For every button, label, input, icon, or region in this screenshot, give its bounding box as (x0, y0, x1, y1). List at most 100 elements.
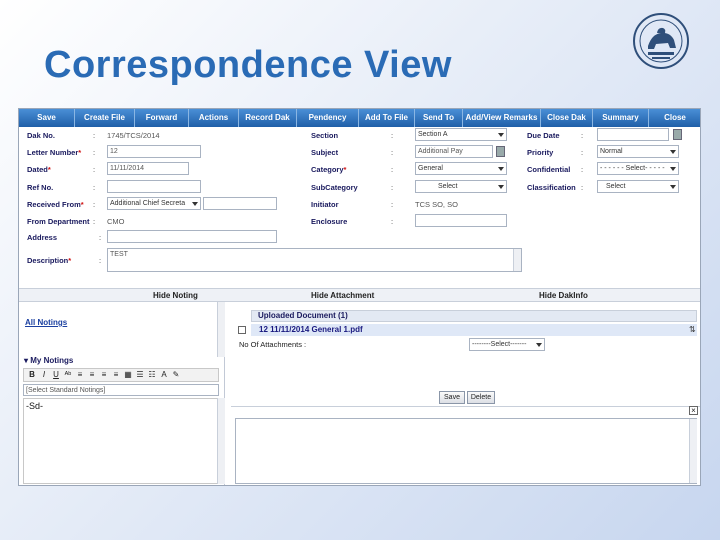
justify-icon[interactable]: ≡ (111, 370, 121, 380)
chevron-down-icon (192, 202, 198, 206)
from-department-value: CMO (107, 217, 125, 226)
align-center-icon[interactable]: ≡ (87, 370, 97, 380)
colon: : (93, 131, 96, 140)
enclosure-label: Enclosure (311, 217, 348, 226)
attachments-pane: Uploaded Document (1) 12 11/11/2014 Gene… (231, 302, 700, 485)
highlight-icon[interactable]: ✎ (171, 370, 181, 380)
divider (231, 406, 700, 407)
colon: : (581, 131, 584, 140)
action-toolbar: Save Create File Forward Actions Record … (19, 109, 700, 127)
category-select[interactable]: General (415, 162, 507, 175)
colon: : (93, 217, 96, 226)
classification-label: Classification (527, 183, 576, 192)
attachment-count-select[interactable]: --------Select------- (469, 338, 545, 351)
chevron-down-icon (536, 343, 542, 347)
attachment-icon[interactable]: ⇅ (689, 325, 696, 334)
toolbar-add-to-file-button[interactable]: Add To File (359, 109, 415, 127)
government-seal-icon (633, 13, 689, 69)
editor-scrollbar[interactable] (217, 398, 225, 484)
letter-number-input[interactable]: 12 (107, 145, 201, 158)
subject-input[interactable]: Additional Pay (415, 145, 493, 158)
align-right-icon[interactable]: ≡ (99, 370, 109, 380)
chevron-down-icon (670, 150, 676, 154)
dated-label: Dated* (27, 165, 51, 174)
colon: : (391, 148, 394, 157)
table-icon[interactable]: ▦ (123, 370, 133, 380)
colon: : (93, 200, 96, 209)
standard-notings-select[interactable]: [Select Standard Notings] (23, 384, 219, 396)
document-checkbox[interactable] (238, 326, 246, 334)
font-color-icon[interactable]: A (159, 370, 169, 380)
noting-editor[interactable]: -Sd- (23, 398, 219, 484)
colon: : (391, 217, 394, 226)
toolbar-close-dak-button[interactable]: Close Dak (541, 109, 593, 127)
colon: : (391, 200, 394, 209)
enclosure-input[interactable] (415, 214, 507, 227)
toolbar-close-button[interactable]: Close (649, 109, 700, 127)
priority-label: Priority (527, 148, 554, 157)
colon: : (391, 165, 394, 174)
address-input[interactable] (107, 230, 277, 243)
toolbar-add-view-remarks-button[interactable]: Add/View Remarks (463, 109, 541, 127)
toolbar-actions-button[interactable]: Actions (189, 109, 239, 127)
chevron-down-icon (498, 185, 504, 189)
colon: : (581, 148, 584, 157)
toolbar-send-to-button[interactable]: Send To (415, 109, 463, 127)
toolbar-forward-button[interactable]: Forward (135, 109, 189, 127)
rich-text-toolbar: B I U ᴬᵇ ≡ ≡ ≡ ≡ ▦ ☰ ☷ A ✎ (23, 368, 219, 382)
calendar-icon[interactable] (673, 129, 682, 140)
strikethrough-icon[interactable]: ᴬᵇ (63, 370, 73, 380)
underline-button[interactable]: U (51, 370, 61, 380)
received-from-select[interactable]: Additional Chief Secreta (107, 197, 201, 210)
numbered-list-icon[interactable]: ☷ (147, 370, 157, 380)
dated-input[interactable]: 11/11/2014 (107, 162, 189, 175)
due-date-input[interactable] (597, 128, 669, 141)
save-attachment-button[interactable]: Save (439, 391, 465, 404)
close-icon[interactable]: × (689, 406, 698, 415)
align-left-icon[interactable]: ≡ (75, 370, 85, 380)
initiator-label: Initiator (311, 200, 339, 209)
delete-attachment-button[interactable]: Delete (467, 391, 495, 404)
toolbar-pendency-button[interactable]: Pendency (297, 109, 359, 127)
subcategory-label: SubCategory (311, 183, 358, 192)
from-department-label: From Department (27, 217, 90, 226)
hide-dakinfo-toggle[interactable]: Hide DakInfo (539, 291, 588, 300)
section-label: Section (311, 131, 339, 140)
italic-button[interactable]: I (39, 370, 49, 380)
section-select[interactable]: Section A (415, 128, 507, 141)
classification-select[interactable]: Select (597, 180, 679, 193)
dak-info-form: Dak No. : 1745/TCS/2014 Letter Number* :… (19, 127, 700, 307)
toolbar-summary-button[interactable]: Summary (593, 109, 649, 127)
description-textarea[interactable]: TEST (107, 248, 522, 272)
hide-noting-toggle[interactable]: Hide Noting (153, 291, 198, 300)
confidential-label: Confidential (527, 165, 571, 174)
chevron-down-icon (670, 185, 676, 189)
chevron-down-icon (670, 167, 676, 171)
toolbar-save-button[interactable]: Save (19, 109, 75, 127)
subject-label: Subject (311, 148, 339, 157)
bullet-list-icon[interactable]: ☰ (135, 370, 145, 380)
document-row[interactable]: 12 11/11/2014 General 1.pdf (251, 324, 697, 336)
notings-scrollbar[interactable] (217, 302, 225, 357)
all-notings-link[interactable]: All Notings (25, 318, 67, 327)
preview-scrollbar[interactable] (689, 419, 697, 483)
notings-pane: All Notings ▾ My Notings B I U ᴬᵇ ≡ ≡ ≡ … (19, 302, 225, 485)
subcategory-select[interactable]: Select (415, 180, 507, 193)
colon: : (391, 131, 394, 140)
priority-select[interactable]: Normal (597, 145, 679, 158)
subject-picker-icon[interactable] (496, 146, 505, 157)
confidential-select[interactable]: - - - - - - Select- - - - - (597, 162, 679, 175)
ref-no-input[interactable] (107, 180, 201, 193)
ref-no-label: Ref No. (27, 183, 54, 192)
received-from-extra-input[interactable] (203, 197, 277, 210)
due-date-label: Due Date (527, 131, 560, 140)
bold-button[interactable]: B (27, 370, 37, 380)
letter-number-label: Letter Number* (27, 148, 82, 157)
colon: : (99, 233, 102, 242)
toolbar-record-dak-button[interactable]: Record Dak (239, 109, 297, 127)
application-screenshot: Save Create File Forward Actions Record … (18, 108, 701, 486)
my-notings-header[interactable]: ▾ My Notings (24, 356, 73, 365)
hide-attachment-toggle[interactable]: Hide Attachment (311, 291, 374, 300)
description-scrollbar[interactable] (513, 249, 521, 271)
toolbar-create-file-button[interactable]: Create File (75, 109, 135, 127)
